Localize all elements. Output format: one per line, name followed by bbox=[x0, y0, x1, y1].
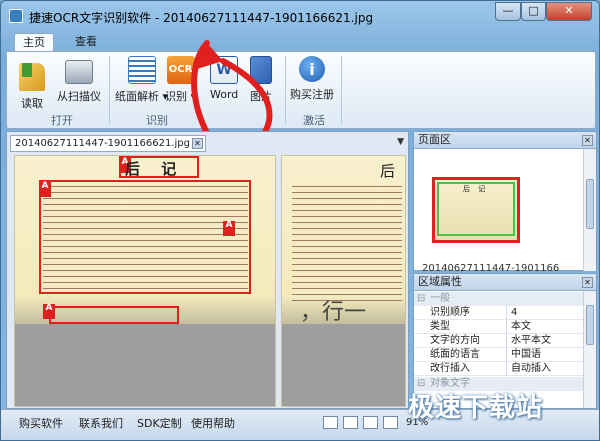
scanner-label: 从扫描仪 bbox=[57, 90, 101, 103]
purchase-label: 购买注册 bbox=[290, 88, 334, 101]
page-panel-title: 页面区 bbox=[418, 133, 451, 146]
image-label: 图片 bbox=[250, 90, 272, 103]
scanner-icon bbox=[65, 60, 93, 84]
fit-page-icon[interactable] bbox=[323, 416, 338, 429]
recognize-label: 识别 bbox=[165, 90, 187, 103]
page-view-1[interactable]: A 后 记 A A A bbox=[14, 155, 276, 407]
group-activate: 激活 bbox=[303, 114, 325, 127]
read-label: 读取 bbox=[21, 97, 43, 110]
scanner-button[interactable]: 从扫描仪 bbox=[57, 56, 101, 104]
region-image[interactable] bbox=[49, 306, 179, 324]
ribbon: 读取 从扫描仪 打开 纸面解析 ▾ OCR 识别 ▾ 识别 W Word 图片 … bbox=[6, 51, 596, 129]
page-panel: 页面区 ✕ 后 记 20140627111447-1901166 bbox=[413, 131, 597, 274]
maximize-button[interactable]: □ bbox=[521, 2, 546, 21]
export-word-button[interactable]: W Word bbox=[210, 56, 238, 101]
document-tab-label: 20140627111447-1901166621.jpg bbox=[15, 138, 190, 149]
page2-heading: 后 bbox=[380, 162, 396, 180]
contact-us-link[interactable]: 联系我们 bbox=[79, 415, 123, 431]
property-row[interactable]: 纸面的语言 中国语 bbox=[414, 348, 585, 362]
region-text[interactable] bbox=[39, 180, 251, 294]
close-icon[interactable]: ✕ bbox=[582, 135, 593, 146]
page-panel-header: 页面区 ✕ bbox=[414, 132, 596, 149]
read-button[interactable]: 读取 bbox=[19, 56, 45, 111]
thumbnail-heading: 后 记 bbox=[463, 185, 489, 193]
page-blank-area bbox=[15, 324, 275, 406]
chevron-down-icon[interactable]: ▼ bbox=[397, 137, 404, 147]
layout-label: 纸面解析 bbox=[115, 90, 159, 103]
group-recognize: 识别 bbox=[146, 114, 168, 127]
ocr-icon: OCR bbox=[166, 56, 195, 84]
close-icon[interactable]: ✕ bbox=[582, 277, 593, 288]
document-pane: 20140627111447-1901166621.jpg ✕ ▼ A 后 记 … bbox=[6, 131, 409, 409]
collapse-icon: ⊟ bbox=[417, 293, 426, 304]
scroll-thumb[interactable] bbox=[586, 179, 594, 229]
watermark-logo: 极速下载站 bbox=[408, 393, 544, 423]
property-row[interactable]: 类型 本文 bbox=[414, 320, 585, 334]
ribbon-separator bbox=[341, 56, 342, 124]
minimize-button[interactable]: — bbox=[495, 2, 521, 21]
layout-icon bbox=[127, 56, 156, 84]
sdk-custom-link[interactable]: SDK定制 bbox=[137, 415, 182, 431]
scroll-thumb[interactable] bbox=[586, 305, 594, 345]
properties-header: 区域属性 ✕ bbox=[414, 274, 596, 291]
page-thumbnail[interactable]: 后 记 bbox=[432, 177, 520, 243]
region-tag-4[interactable]: A bbox=[43, 304, 55, 319]
page-heading: 后 记 bbox=[125, 160, 185, 178]
region-tag-3[interactable]: A bbox=[223, 221, 235, 236]
properties-scrollbar[interactable] bbox=[583, 291, 596, 408]
property-row[interactable]: 识别顺序 4 bbox=[414, 306, 585, 320]
ribbon-separator bbox=[285, 56, 286, 124]
page-panel-scrollbar[interactable] bbox=[583, 149, 596, 271]
app-window: 捷速OCR文字识别软件 - 20140627111447-1901166621.… bbox=[0, 0, 600, 441]
ribbon-separator bbox=[109, 56, 110, 124]
window-title: 捷速OCR文字识别软件 - 20140627111447-1901166621.… bbox=[29, 11, 374, 25]
page-view-2[interactable]: 后 ，行一 bbox=[281, 155, 406, 407]
chevron-down-icon: ▾ bbox=[187, 90, 197, 103]
image-icon bbox=[250, 56, 272, 84]
title-bar: 捷速OCR文字识别软件 - 20140627111447-1901166621.… bbox=[1, 1, 599, 31]
multi-page-icon[interactable] bbox=[383, 416, 398, 429]
word-label: Word bbox=[210, 88, 239, 101]
text-block bbox=[292, 184, 402, 304]
close-button[interactable]: ✕ bbox=[546, 2, 592, 21]
ribbon-tabs: 主页 查看 bbox=[6, 31, 596, 51]
property-row[interactable]: 文字的方向 水平本文 bbox=[414, 334, 585, 348]
group-open: 打开 bbox=[51, 114, 73, 127]
layout-analysis-button[interactable]: 纸面解析 ▾ bbox=[115, 56, 168, 104]
tab-view[interactable]: 查看 bbox=[66, 33, 106, 51]
fit-width-icon[interactable] bbox=[343, 416, 358, 429]
page-blank-area bbox=[282, 324, 405, 406]
word-icon: W bbox=[210, 56, 239, 84]
page2-text: ，行一 bbox=[300, 300, 367, 325]
properties-title: 区域属性 bbox=[418, 275, 462, 288]
property-row[interactable]: 改行插入 自动插入 bbox=[414, 362, 585, 376]
close-icon[interactable]: ✕ bbox=[192, 138, 203, 149]
tab-home[interactable]: 主页 bbox=[14, 33, 54, 51]
single-page-icon[interactable] bbox=[363, 416, 378, 429]
category-general[interactable]: ⊟ 一般 bbox=[414, 292, 585, 306]
folder-icon bbox=[19, 63, 45, 91]
document-tab[interactable]: 20140627111447-1901166621.jpg ✕ bbox=[10, 135, 206, 152]
app-icon bbox=[9, 9, 23, 23]
export-image-button[interactable]: 图片 bbox=[250, 56, 272, 104]
help-link[interactable]: 使用帮助 bbox=[191, 415, 235, 431]
recognize-button[interactable]: OCR 识别 ▾ bbox=[165, 56, 196, 104]
region-tag-2[interactable]: A bbox=[39, 182, 51, 197]
purchase-register-button[interactable]: i 购买注册 bbox=[290, 56, 334, 102]
info-icon: i bbox=[299, 56, 325, 82]
buy-software-link[interactable]: 购买软件 bbox=[19, 415, 63, 431]
